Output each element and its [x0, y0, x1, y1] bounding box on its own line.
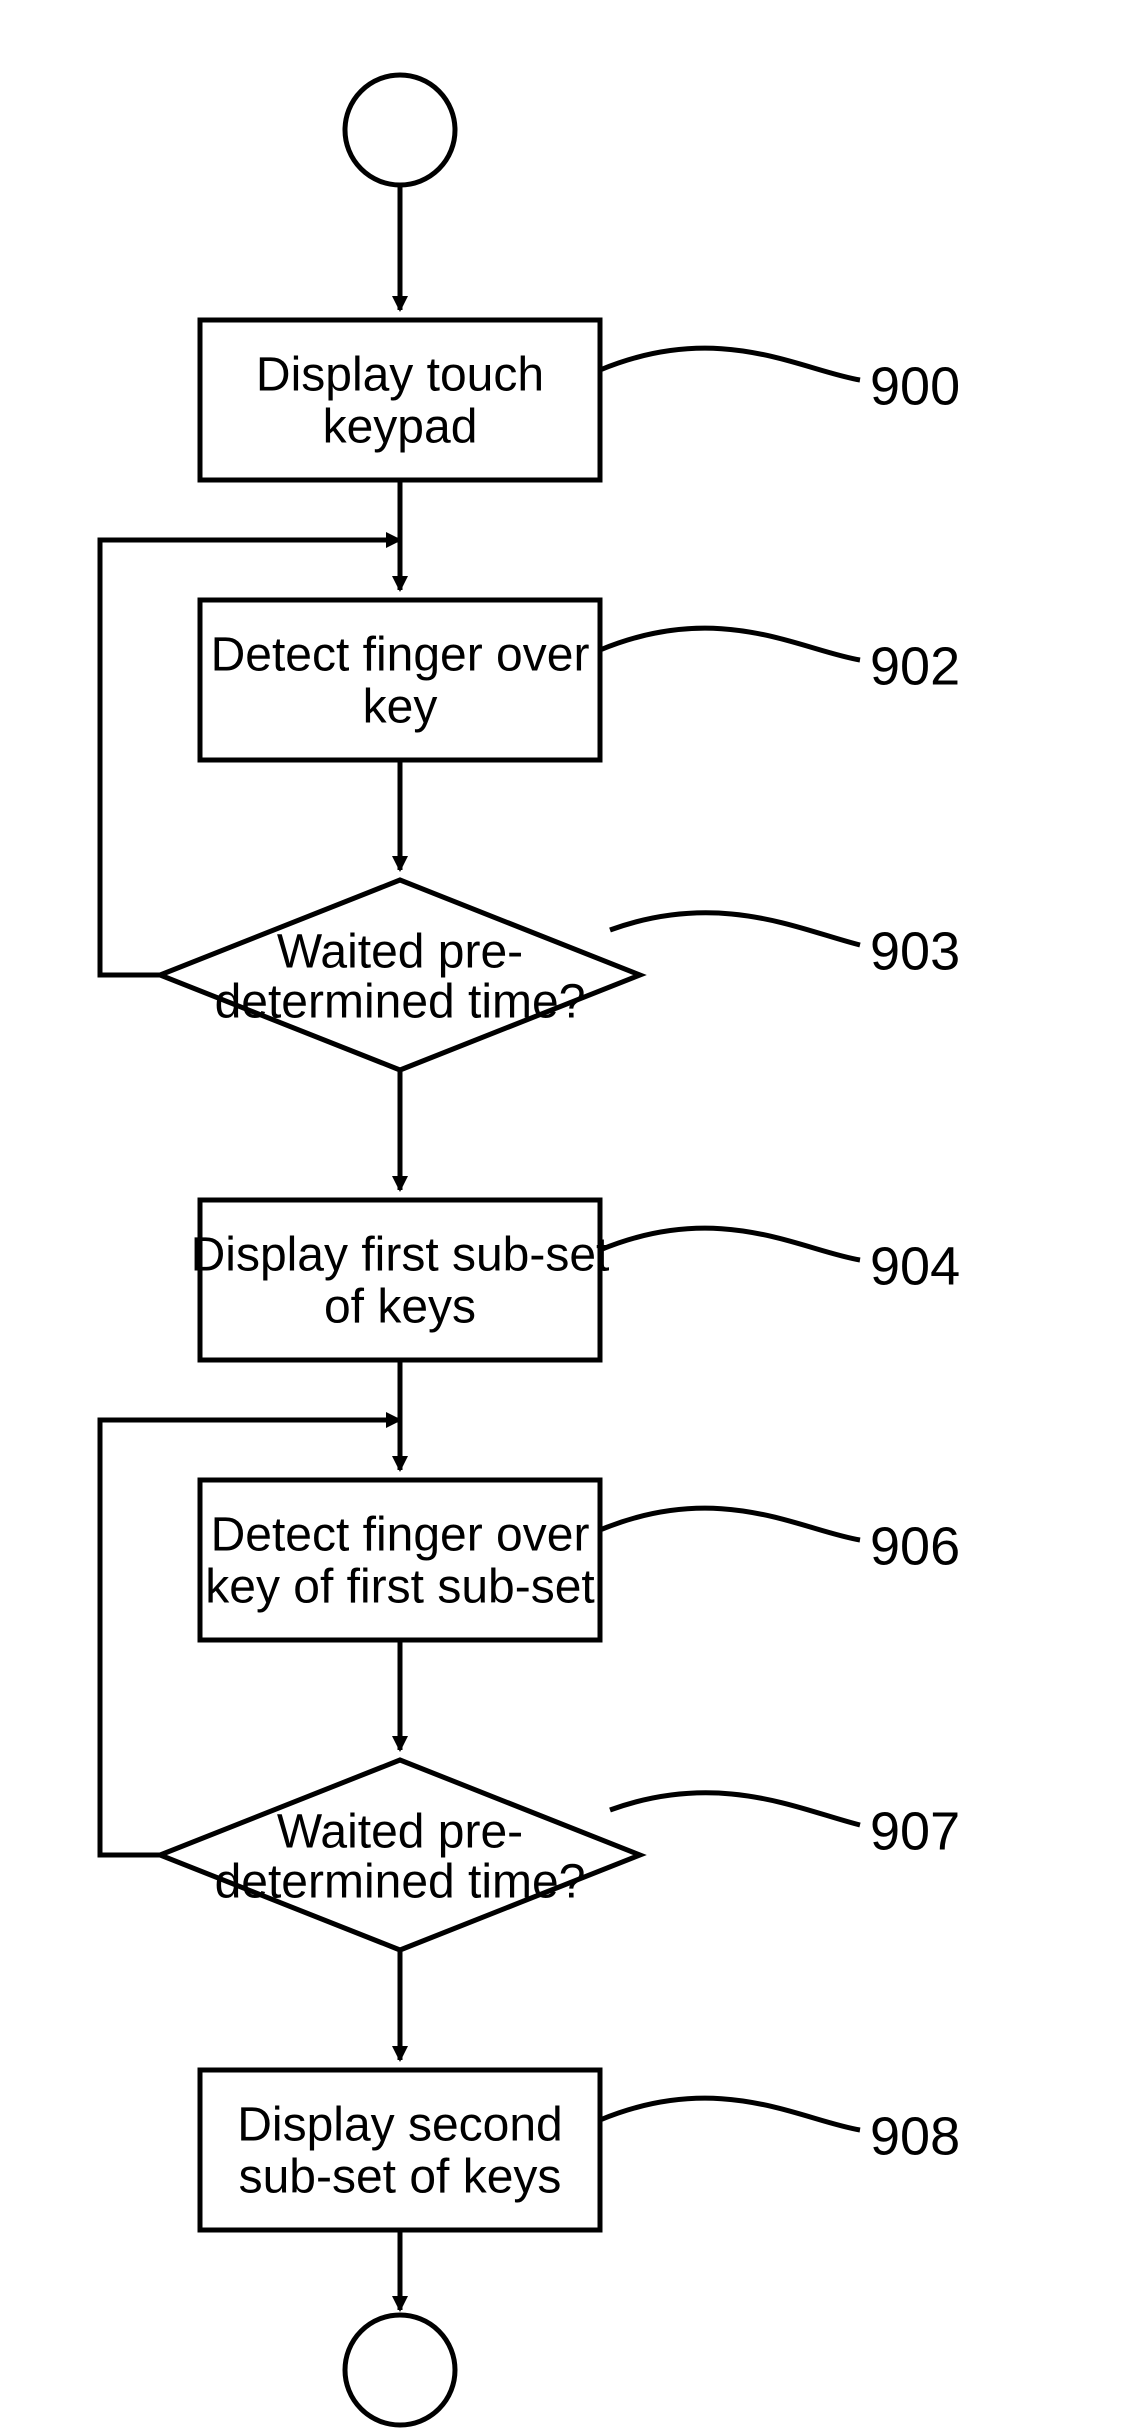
step-908-label-l1: Display second	[237, 2099, 563, 2152]
callout-907	[610, 1793, 860, 1825]
callout-906	[600, 1508, 860, 1540]
step-907-label-l2: determined time?	[215, 1856, 586, 1909]
start-terminator	[345, 75, 455, 185]
step-903-label-l1: Waited pre-	[277, 926, 523, 979]
step-900-label-l2: keypad	[323, 401, 478, 454]
callout-902	[600, 628, 860, 660]
step-902-ref: 902	[870, 636, 960, 696]
step-904-ref: 904	[870, 1236, 960, 1296]
step-908-label-l2: sub-set of keys	[239, 2151, 562, 2204]
callout-908	[600, 2098, 860, 2130]
step-906-label-l2: key of first sub-set	[205, 1561, 594, 1614]
step-902-label-l2: key	[363, 681, 438, 734]
step-906-ref: 906	[870, 1516, 960, 1576]
step-907-label-l1: Waited pre-	[277, 1806, 523, 1859]
step-906-label-l1: Detect finger over	[211, 1509, 590, 1562]
step-900-label-l1: Display touch	[256, 349, 544, 402]
callout-903	[610, 913, 860, 945]
step-900-ref: 900	[870, 356, 960, 416]
step-903-ref: 903	[870, 921, 960, 981]
step-904-label-l2: of keys	[324, 1281, 476, 1334]
callout-904	[600, 1228, 860, 1260]
callout-900	[600, 348, 860, 380]
step-904-label-l1: Display first sub-set	[191, 1229, 610, 1282]
end-terminator	[345, 2315, 455, 2425]
step-907-ref: 907	[870, 1801, 960, 1861]
step-902-label-l1: Detect finger over	[211, 629, 590, 682]
step-908-ref: 908	[870, 2106, 960, 2166]
flowchart-canvas: Display touch keypad 900 Detect finger o…	[0, 0, 1121, 2436]
step-903-label-l2: determined time?	[215, 976, 586, 1029]
